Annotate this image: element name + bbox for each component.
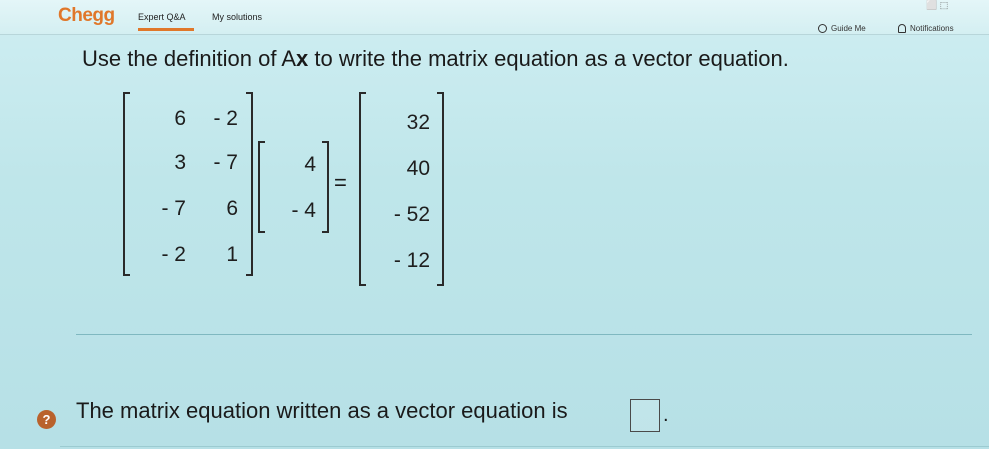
chegg-logo[interactable]: Chegg: [58, 5, 115, 27]
top-bar: Chegg Expert Q&A My solutions Guide Me N…: [0, 0, 989, 35]
vector-b-right-bracket: [437, 92, 444, 286]
vector-b-cell: - 52: [393, 203, 430, 226]
vector-b-cell: 32: [406, 111, 430, 134]
matrix-a-left-bracket: [123, 92, 130, 276]
vector-x-right-bracket: [322, 141, 329, 233]
matrix-a-cell: - 7: [213, 151, 238, 174]
nav-my-solutions[interactable]: My solutions: [212, 12, 262, 22]
section-divider: [76, 334, 972, 335]
question-text: Use the definition of Ax to write the ma…: [82, 46, 789, 72]
vector-b-cell: - 12: [393, 249, 430, 272]
vector-b-cell: 40: [406, 157, 430, 180]
question-prefix: Use the definition of A: [82, 46, 297, 71]
question-bold-x: x: [296, 46, 309, 71]
vector-x-cell: 4: [304, 153, 316, 176]
equals-sign: =: [334, 170, 347, 195]
bell-icon: [898, 24, 906, 33]
matrix-a-cell: 6: [174, 107, 186, 130]
bottom-divider: [60, 446, 989, 447]
guide-me-label: Guide Me: [831, 24, 866, 33]
matrix-a-cell: 3: [174, 151, 186, 174]
matrix-a-cell: - 7: [161, 197, 186, 220]
nav-expert-qa[interactable]: Expert Q&A: [138, 12, 186, 22]
guide-icon: [818, 24, 827, 33]
matrix-a-cell: - 2: [161, 243, 186, 266]
vector-x-cell: - 4: [291, 199, 316, 222]
vector-b-left-bracket: [359, 92, 366, 286]
matrix-a-cell: - 2: [213, 107, 238, 130]
answer-prompt: The matrix equation written as a vector …: [76, 398, 568, 423]
answer-period: .: [663, 404, 669, 426]
notifications-label: Notifications: [910, 24, 954, 33]
matrix-a-cell: 1: [226, 243, 238, 266]
help-icon[interactable]: ?: [37, 410, 56, 429]
question-suffix: to write the matrix equation as a vector…: [308, 46, 789, 71]
matrix-a-right-bracket: [246, 92, 253, 276]
vector-x-left-bracket: [258, 141, 265, 233]
window-icons: ⬜ ⬚: [926, 0, 949, 10]
guide-me-button[interactable]: Guide Me: [818, 24, 866, 33]
notifications-button[interactable]: Notifications: [898, 24, 954, 33]
matrix-a-cell: 6: [226, 197, 238, 220]
answer-input-box[interactable]: [630, 399, 660, 432]
active-nav-indicator: [138, 28, 194, 31]
